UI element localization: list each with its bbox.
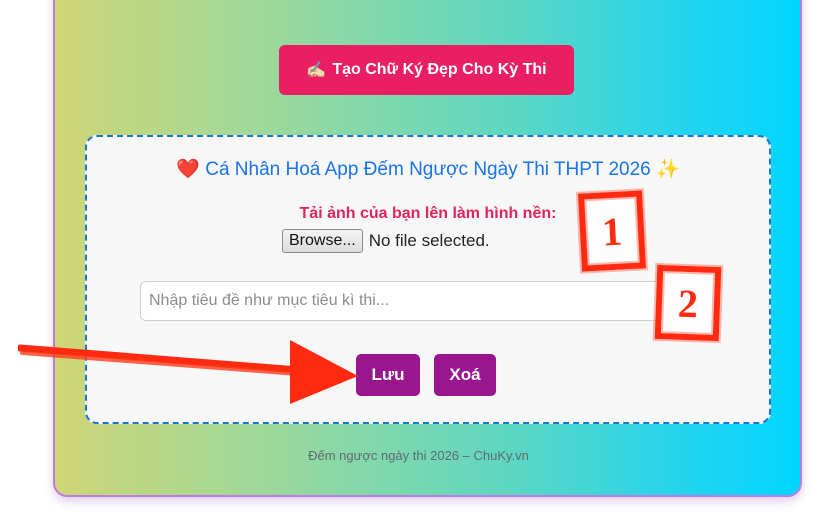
upload-label: Tải ảnh của bạn lên làm hình nền: xyxy=(299,205,557,222)
file-status: No file selected. xyxy=(368,231,490,250)
panel-title: ❤️ Cá Nhân Hoá App Đếm Ngược Ngày Thi TH… xyxy=(87,157,769,181)
writing-hand-icon: ✍🏻 xyxy=(306,62,327,79)
browse-button[interactable]: Browse... xyxy=(282,229,363,253)
goal-title-input[interactable] xyxy=(140,281,670,321)
save-button[interactable]: Lưu xyxy=(356,354,420,396)
create-signature-button[interactable]: ✍🏻 Tạo Chữ Ký Đẹp Cho Kỳ Thi xyxy=(279,45,574,95)
footer-text: Đếm ngược ngày thi 2026 – ChuKy.vn xyxy=(308,448,529,463)
panel-title-text: Cá Nhân Hoá App Đếm Ngược Ngày Thi THPT … xyxy=(205,159,651,180)
sparkles-icon: ✨ xyxy=(656,159,680,180)
create-signature-label: Tạo Chữ Ký Đẹp Cho Kỳ Thi xyxy=(332,61,547,78)
file-input[interactable]: Browse... No file selected. xyxy=(282,229,490,253)
heart-icon: ❤️ xyxy=(176,159,200,180)
delete-button[interactable]: Xoá xyxy=(434,354,496,396)
annotation-arrow-icon xyxy=(18,340,358,404)
annotation-mark-1: 1 xyxy=(578,190,646,272)
annotation-mark-2: 2 xyxy=(654,264,722,342)
